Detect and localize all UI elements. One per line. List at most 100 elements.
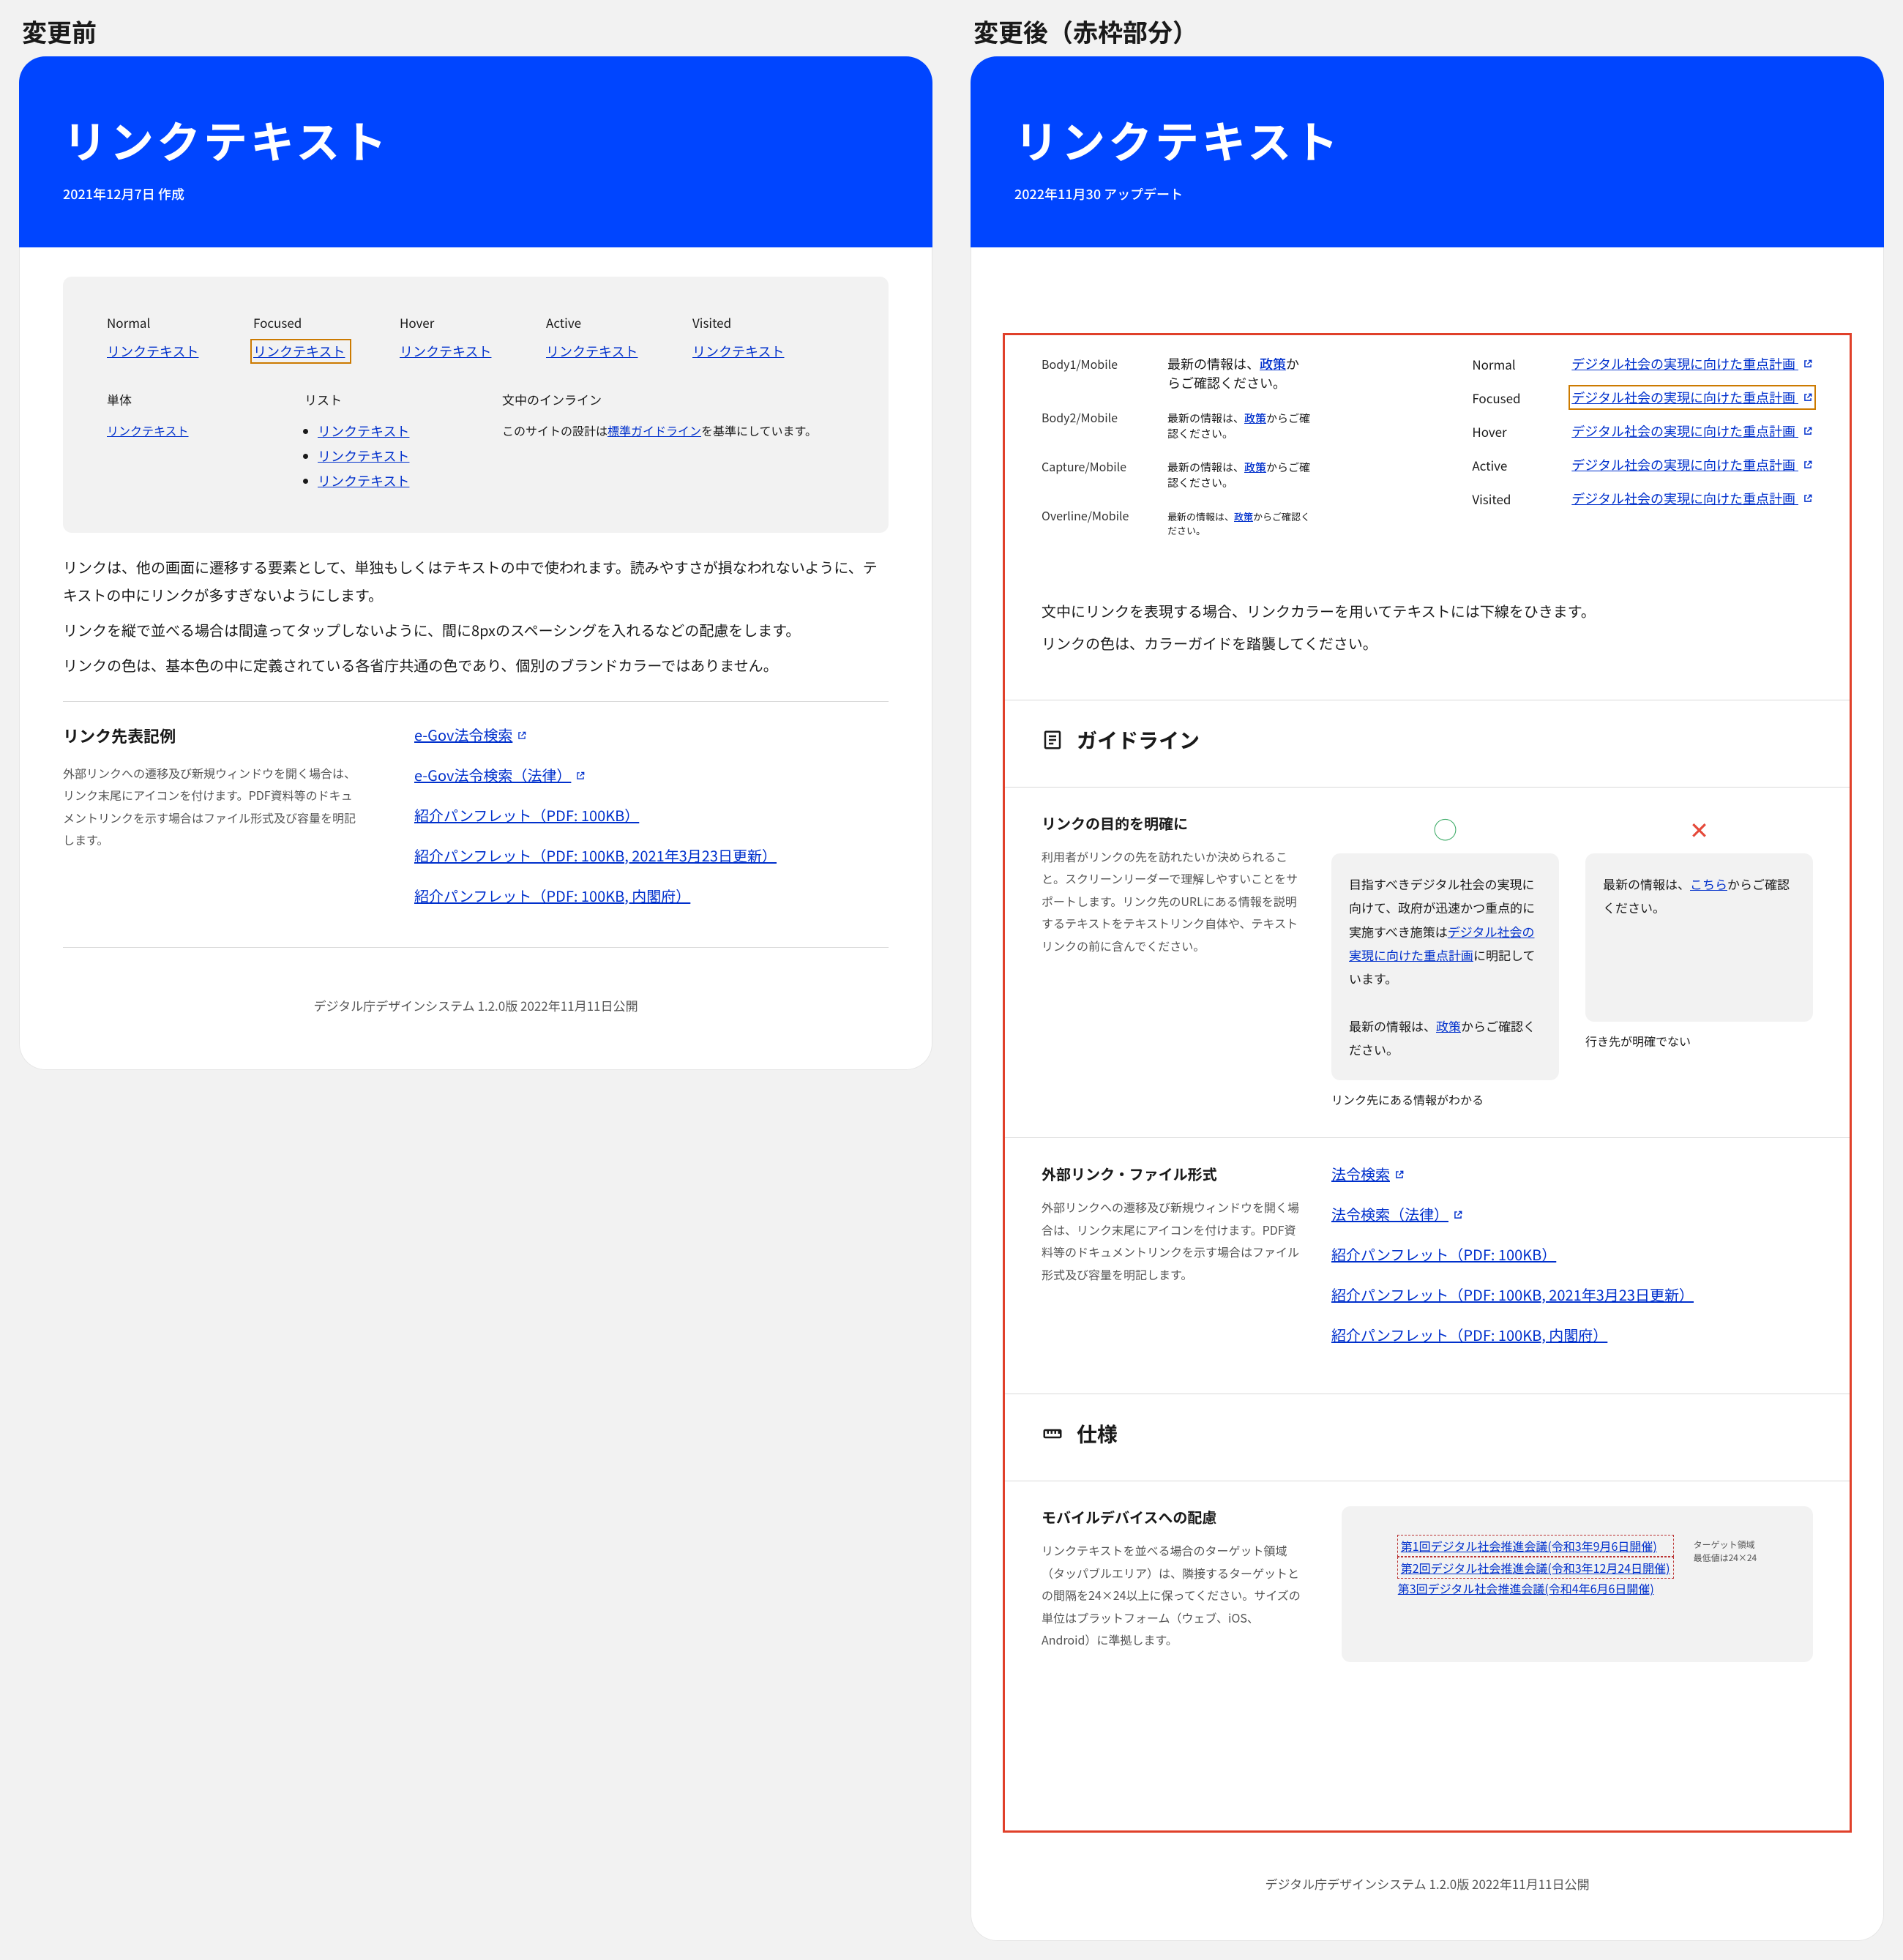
ls-k2: Hover <box>1472 422 1545 441</box>
ls-link-1[interactable]: デジタル社会の実現に向けた重点計画 <box>1571 388 1813 407</box>
example-bad-box: 最新の情報は、こちらからご確認ください。 <box>1585 853 1813 1022</box>
ext-link-r-4[interactable]: 紹介パンフレット（PDF: 100KB, 内閣府） <box>1331 1324 1813 1345</box>
good-caption: リンク先にある情報がわかる <box>1331 1091 1559 1108</box>
ext-link-2[interactable]: 紹介パンフレット（PDF: 100KB） <box>414 804 889 826</box>
col-inline-label: 文中のインライン <box>502 390 845 408</box>
col-list-label: リスト <box>304 390 429 408</box>
card-before: リンクテキスト 2021年12月7日 作成 Normalリンクテキスト Focu… <box>19 56 932 1070</box>
ext-link-r-1[interactable]: 法令検索（法律） <box>1331 1203 1813 1224</box>
external-link-icon <box>1394 1170 1405 1180</box>
inline-link[interactable]: 標準ガイドライン <box>607 422 701 439</box>
single-link[interactable]: リンクテキスト <box>107 422 189 439</box>
ls-link-4[interactable]: デジタル社会の実現に向けた重点計画 <box>1571 489 1813 508</box>
bad-mark: ✕ <box>1585 812 1813 846</box>
mobile-heading: モバイルデバイスへの配慮 <box>1042 1506 1305 1527</box>
external-link-icon <box>1803 392 1813 403</box>
bad-caption: 行き先が明確でない <box>1585 1032 1813 1050</box>
footer-left: デジタル庁デザインシステム 1.2.0版 2022年11月11日公開 <box>63 970 889 1041</box>
card-after: リンクテキスト 2022年11月30 アップデート Body1/Mobile最新… <box>971 56 1884 1941</box>
ext-desc: 外部リンクへの遷移及び新規ウィンドウを開く場合は、リンク末尾にアイコンを付けます… <box>63 762 363 851</box>
bodysize-link-1[interactable]: 政策 <box>1244 411 1266 426</box>
state-visited-label: Visited <box>692 313 788 332</box>
guideline-heading: ガイドライン <box>1042 725 1813 755</box>
sample-link-focused[interactable]: リンクテキスト <box>253 342 348 361</box>
divider-1 <box>63 701 889 702</box>
spec-heading: 仕様 <box>1042 1419 1813 1448</box>
ls-k1: Focused <box>1472 389 1545 407</box>
ls-k4: Visited <box>1472 490 1545 508</box>
page-title: リンクテキスト <box>63 108 889 171</box>
list-link-2[interactable]: リンクテキスト <box>318 446 409 465</box>
document-icon <box>1042 729 1063 751</box>
external-link-icon <box>1803 426 1813 436</box>
good-link-2[interactable]: 政策 <box>1436 1017 1461 1035</box>
ext-link-r-3[interactable]: 紹介パンフレット（PDF: 100KB, 2021年3月23日更新） <box>1331 1284 1813 1305</box>
bodysize-link-3[interactable]: 政策 <box>1234 509 1253 523</box>
ext-link-r-0[interactable]: 法令検索 <box>1331 1163 1813 1184</box>
inline-prefix: このサイトの設計は <box>502 422 607 439</box>
external-link-icon <box>517 730 527 741</box>
mobile-link-0[interactable]: 第1回デジタル社会推進会議(令和3年9月6日開催) <box>1401 1537 1657 1555</box>
date-after: 2022年11月30 アップデート <box>1014 184 1840 203</box>
ext-link-1[interactable]: e-Gov法令検索（法律） <box>414 764 889 785</box>
ls-link-3[interactable]: デジタル社会の実現に向けた重点計画 <box>1571 455 1813 474</box>
ext-desc-r: 外部リンクへの遷移及び新規ウィンドウを開く場合は、リンク末尾にアイコンを付けます… <box>1042 1196 1305 1285</box>
bodysize-link-2[interactable]: 政策 <box>1244 460 1266 475</box>
date-before: 2021年12月7日 作成 <box>63 184 889 203</box>
ext-link-0[interactable]: e-Gov法令検索 <box>414 724 889 745</box>
purpose-heading: リンクの目的を明確に <box>1042 812 1305 834</box>
external-link-icon <box>1803 460 1813 470</box>
mobile-link-2[interactable]: 第3回デジタル社会推進会議(令和4年6月6日開催) <box>1398 1579 1673 1597</box>
ls-link-0[interactable]: デジタル社会の実現に向けた重点計画 <box>1571 354 1813 373</box>
ext-link-3[interactable]: 紹介パンフレット（PDF: 100KB, 2021年3月23日更新） <box>414 845 889 866</box>
list-link-1[interactable]: リンクテキスト <box>318 422 409 441</box>
ext-link-list-r: 法令検索 法令検索（法律） 紹介パンフレット（PDF: 100KB） 紹介パンフ… <box>1331 1163 1813 1364</box>
header-after: リンクテキスト 2022年11月30 アップデート <box>971 56 1884 247</box>
inline-sentence: このサイトの設計は標準ガイドラインを基準にしています。 <box>502 422 817 439</box>
header-before: リンクテキスト 2021年12月7日 作成 <box>19 56 932 247</box>
inline-note-1: 文中にリンクを表現する場合、リンクカラーを用いてテキストには下線をひきます。 <box>1042 597 1813 625</box>
divider-2 <box>63 947 889 948</box>
ls-k0: Normal <box>1472 355 1545 373</box>
bodysize-k3: Overline/Mobile <box>1042 506 1137 524</box>
sample-link-visited[interactable]: リンクテキスト <box>692 342 788 361</box>
ls-k3: Active <box>1472 456 1545 474</box>
footer-right: デジタル庁デザインシステム 1.2.0版 2022年11月11日公開 <box>971 1848 1884 1919</box>
sample-link-normal[interactable]: リンクテキスト <box>107 342 202 361</box>
ls-link-2[interactable]: デジタル社会の実現に向けた重点計画 <box>1571 422 1813 441</box>
page-title-after: リンクテキスト <box>1014 108 1840 171</box>
mobile-target-note: ターゲット領域 最低値は24×24 <box>1694 1538 1757 1565</box>
external-link-icon <box>1453 1210 1463 1220</box>
bodysize-k0: Body1/Mobile <box>1042 355 1137 373</box>
bodysize-link-0[interactable]: 政策 <box>1260 354 1286 373</box>
link-states-panel: Normalリンクテキスト Focusedリンクテキスト Hoverリンクテキス… <box>63 277 889 533</box>
inline-note-2: リンクの色は、カラーガイドを踏襲してください。 <box>1042 629 1813 657</box>
external-link-icon <box>575 771 586 781</box>
good-mark: ◯ <box>1331 812 1559 846</box>
col-single-label: 単体 <box>107 390 231 408</box>
ext-link-r-2[interactable]: 紹介パンフレット（PDF: 100KB） <box>1331 1243 1813 1265</box>
bad-link[interactable]: こちら <box>1690 875 1727 893</box>
example-good-box: 目指すべきデジタル社会の実現に向けて、政府が迅速かつ重点的に実施すべき施策はデジ… <box>1331 853 1559 1080</box>
mobile-example-panel: 第1回デジタル社会推進会議(令和3年9月6日開催) 第2回デジタル社会推進会議(… <box>1342 1506 1813 1662</box>
lead-p2: リンクを縦で並べる場合は間違ってタップしないように、間に8pxのスペーシングを入… <box>63 616 889 644</box>
sample-link-active[interactable]: リンクテキスト <box>546 342 641 361</box>
mobile-link-1[interactable]: 第2回デジタル社会推進会議(令和3年12月24日開催) <box>1401 1559 1670 1576</box>
external-link-icon <box>1803 493 1813 504</box>
bodysize-k2: Capture/Mobile <box>1042 457 1137 475</box>
lead-p1: リンクは、他の画面に遷移する要素として、単独もしくはテキストの中で使われます。読… <box>63 553 889 609</box>
after-label: 変更後（赤枠部分） <box>952 0 1903 56</box>
before-label: 変更前 <box>0 0 952 56</box>
purpose-desc: 利用者がリンクの先を訪れたいか決められること。スクリーンリーダーで理解しやすいこ… <box>1042 845 1305 957</box>
ext-link-4[interactable]: 紹介パンフレット（PDF: 100KB, 内閣府） <box>414 885 889 906</box>
bodysize-k1: Body2/Mobile <box>1042 408 1137 426</box>
sample-link-hover[interactable]: リンクテキスト <box>400 342 495 361</box>
lead-p3: リンクの色は、基本色の中に定義されている各省庁共通の色であり、個別のブランドカラ… <box>63 651 889 679</box>
state-hover-label: Hover <box>400 313 495 332</box>
state-active-label: Active <box>546 313 641 332</box>
external-link-list: e-Gov法令検索 e-Gov法令検索（法律） 紹介パンフレット（PDF: 10… <box>414 724 889 925</box>
state-normal-label: Normal <box>107 313 202 332</box>
list-link-3[interactable]: リンクテキスト <box>318 471 409 490</box>
ext-heading-r: 外部リンク・ファイル形式 <box>1042 1163 1305 1184</box>
red-change-frame: Body1/Mobile最新の情報は、政策からご確認ください。 Body2/Mo… <box>1003 333 1852 1833</box>
